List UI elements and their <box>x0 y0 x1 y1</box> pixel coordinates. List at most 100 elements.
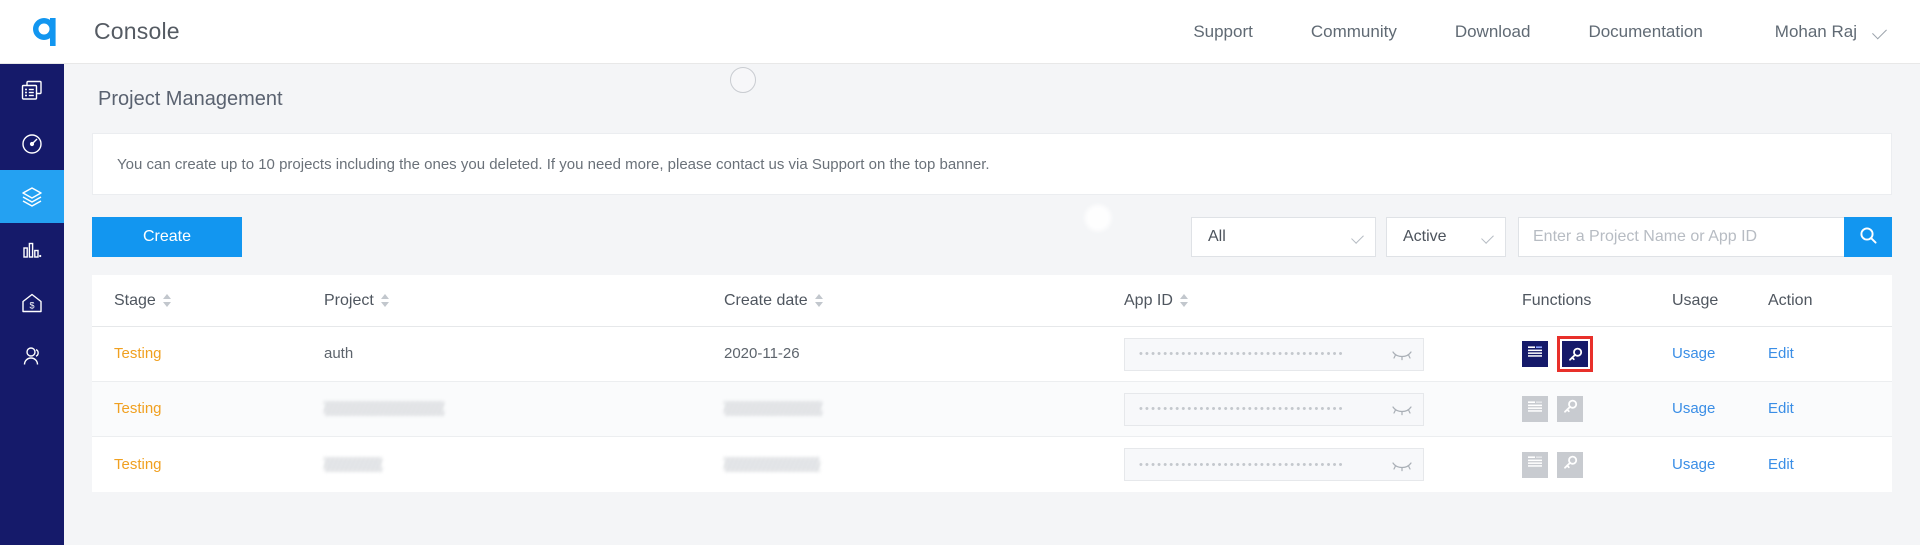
eye-off-icon[interactable] <box>1391 347 1413 361</box>
column-label: Project <box>324 291 374 309</box>
cell-stage: Testing <box>92 456 324 474</box>
brand-title: Console <box>94 18 180 44</box>
column-header-action: Action <box>1768 292 1878 310</box>
sort-icon[interactable] <box>1179 294 1188 307</box>
cell-stage: Testing <box>92 400 324 418</box>
app-id-field[interactable]: •••••••••••••••••••••••••••••••••• <box>1124 392 1424 426</box>
user-menu[interactable]: Mohan Raj <box>1774 21 1887 42</box>
search-input[interactable] <box>1518 217 1844 257</box>
usage-link[interactable]: Usage <box>1672 400 1715 417</box>
nav-link-documentation[interactable]: Documentation <box>1588 22 1702 42</box>
create-date: 2020-11-26 <box>724 345 800 362</box>
table-header-row: Stage Project Create date App ID Functio… <box>92 275 1892 327</box>
filter-status-select[interactable]: Active <box>1386 217 1506 257</box>
edit-link[interactable]: Edit <box>1768 456 1794 473</box>
svg-text:$: $ <box>29 300 34 310</box>
column-header-usage: Usage <box>1672 292 1768 310</box>
nav-link-community[interactable]: Community <box>1311 22 1397 42</box>
document-list-icon-button[interactable] <box>1522 341 1548 367</box>
key-icon <box>1567 346 1584 363</box>
column-header-project[interactable]: Project <box>324 292 724 310</box>
page-title: Project Management <box>98 88 283 110</box>
cell-create-date: 2020-11-26 <box>724 345 1124 363</box>
cell-usage: Usage <box>1672 345 1768 363</box>
nav-link-support[interactable]: Support <box>1193 22 1253 42</box>
column-header-functions: Functions <box>1522 292 1672 310</box>
create-date-redacted <box>724 456 820 472</box>
gauge-dashboard-icon <box>21 133 43 155</box>
column-header-app-id[interactable]: App ID <box>1124 292 1522 310</box>
cell-functions <box>1522 336 1672 372</box>
quota-notice-text: You can create up to 10 projects includi… <box>117 155 990 173</box>
person-group-icon <box>21 345 43 367</box>
table-row[interactable]: Testing ••••••••••••••••••••••••••••••••… <box>92 437 1892 492</box>
search-icon <box>1859 226 1878 248</box>
chevron-down-icon <box>1872 24 1887 39</box>
column-label: Action <box>1768 291 1813 309</box>
usage-link[interactable]: Usage <box>1672 456 1715 473</box>
app-id-masked-value: •••••••••••••••••••••••••••••••••• <box>1139 403 1345 415</box>
quota-notice: You can create up to 10 projects includi… <box>92 133 1892 195</box>
alibaba-cloud-a-logo-icon <box>29 15 63 49</box>
filter-type-value: All <box>1208 228 1226 245</box>
filter-status-value: Active <box>1403 228 1447 245</box>
cell-usage: Usage <box>1672 400 1768 418</box>
stage-badge: Testing <box>114 455 162 473</box>
key-icon-button[interactable] <box>1562 341 1588 367</box>
sidebar-item-overview[interactable] <box>0 64 64 117</box>
sort-icon[interactable] <box>814 294 823 307</box>
function-buttons <box>1522 396 1672 422</box>
bar-chart-icon <box>21 239 43 261</box>
click-marker-ring <box>730 67 756 93</box>
app-id-field[interactable]: •••••••••••••••••••••••••••••••••• <box>1124 448 1424 481</box>
document-list-icon-button <box>1522 396 1548 422</box>
document-list-icon <box>1526 453 1544 476</box>
key-icon <box>1562 454 1579 476</box>
app-id-masked-value: •••••••••••••••••••••••••••••••••• <box>1139 458 1345 471</box>
logo-box <box>14 0 78 64</box>
sidebar-item-analytics[interactable] <box>0 223 64 276</box>
edit-link[interactable]: Edit <box>1768 345 1794 362</box>
sidebar-item-billing[interactable]: $ <box>0 276 64 329</box>
cell-functions <box>1522 451 1672 478</box>
projects-table: Stage Project Create date App ID Functio… <box>92 275 1892 492</box>
table-row[interactable]: Testing ••••••••••••••••••••••••••••••••… <box>92 382 1892 437</box>
app-id-masked-value: •••••••••••••••••••••••••••••••••• <box>1139 348 1345 360</box>
column-header-stage[interactable]: Stage <box>92 292 324 310</box>
column-header-create-date[interactable]: Create date <box>724 292 1124 310</box>
toolbar: Create All Active <box>92 217 1892 257</box>
create-button[interactable]: Create <box>92 217 242 257</box>
cell-usage: Usage <box>1672 456 1768 474</box>
key-icon-button <box>1557 396 1583 422</box>
project-name-redacted <box>324 401 444 417</box>
usage-link[interactable]: Usage <box>1672 345 1715 362</box>
sidebar-item-monitor[interactable] <box>0 117 64 170</box>
cell-project <box>324 456 724 474</box>
sort-icon[interactable] <box>162 294 171 307</box>
key-button-highlight <box>1557 336 1593 372</box>
filter-type-select[interactable]: All <box>1191 217 1376 257</box>
eye-off-icon[interactable] <box>1391 458 1413 472</box>
column-label: Create date <box>724 291 808 309</box>
app-id-field[interactable]: •••••••••••••••••••••••••••••••••• <box>1124 337 1424 371</box>
document-list-icon <box>1526 398 1544 421</box>
column-label: App ID <box>1124 291 1173 309</box>
table-row[interactable]: Testing auth 2020-11-26 ••••••••••••••••… <box>92 327 1892 382</box>
cell-functions <box>1522 396 1672 422</box>
sidebar-item-projects[interactable] <box>0 170 64 223</box>
project-name: auth <box>324 345 354 362</box>
edit-link[interactable]: Edit <box>1768 400 1794 417</box>
column-label: Usage <box>1672 291 1719 309</box>
user-name: Mohan Raj <box>1774 21 1857 41</box>
nav-link-download[interactable]: Download <box>1455 22 1531 42</box>
sidebar-item-users[interactable] <box>0 329 64 382</box>
eye-off-icon[interactable] <box>1391 402 1413 416</box>
cell-app-id: •••••••••••••••••••••••••••••••••• <box>1124 448 1522 481</box>
search-button[interactable] <box>1844 217 1892 257</box>
main-content: Project Management You can create up to … <box>64 64 1920 545</box>
brand[interactable]: Console <box>14 0 180 64</box>
chevron-down-icon <box>1351 230 1364 244</box>
create-date-redacted <box>724 401 822 417</box>
stage-badge: Testing <box>114 400 162 417</box>
sort-icon[interactable] <box>380 294 389 307</box>
